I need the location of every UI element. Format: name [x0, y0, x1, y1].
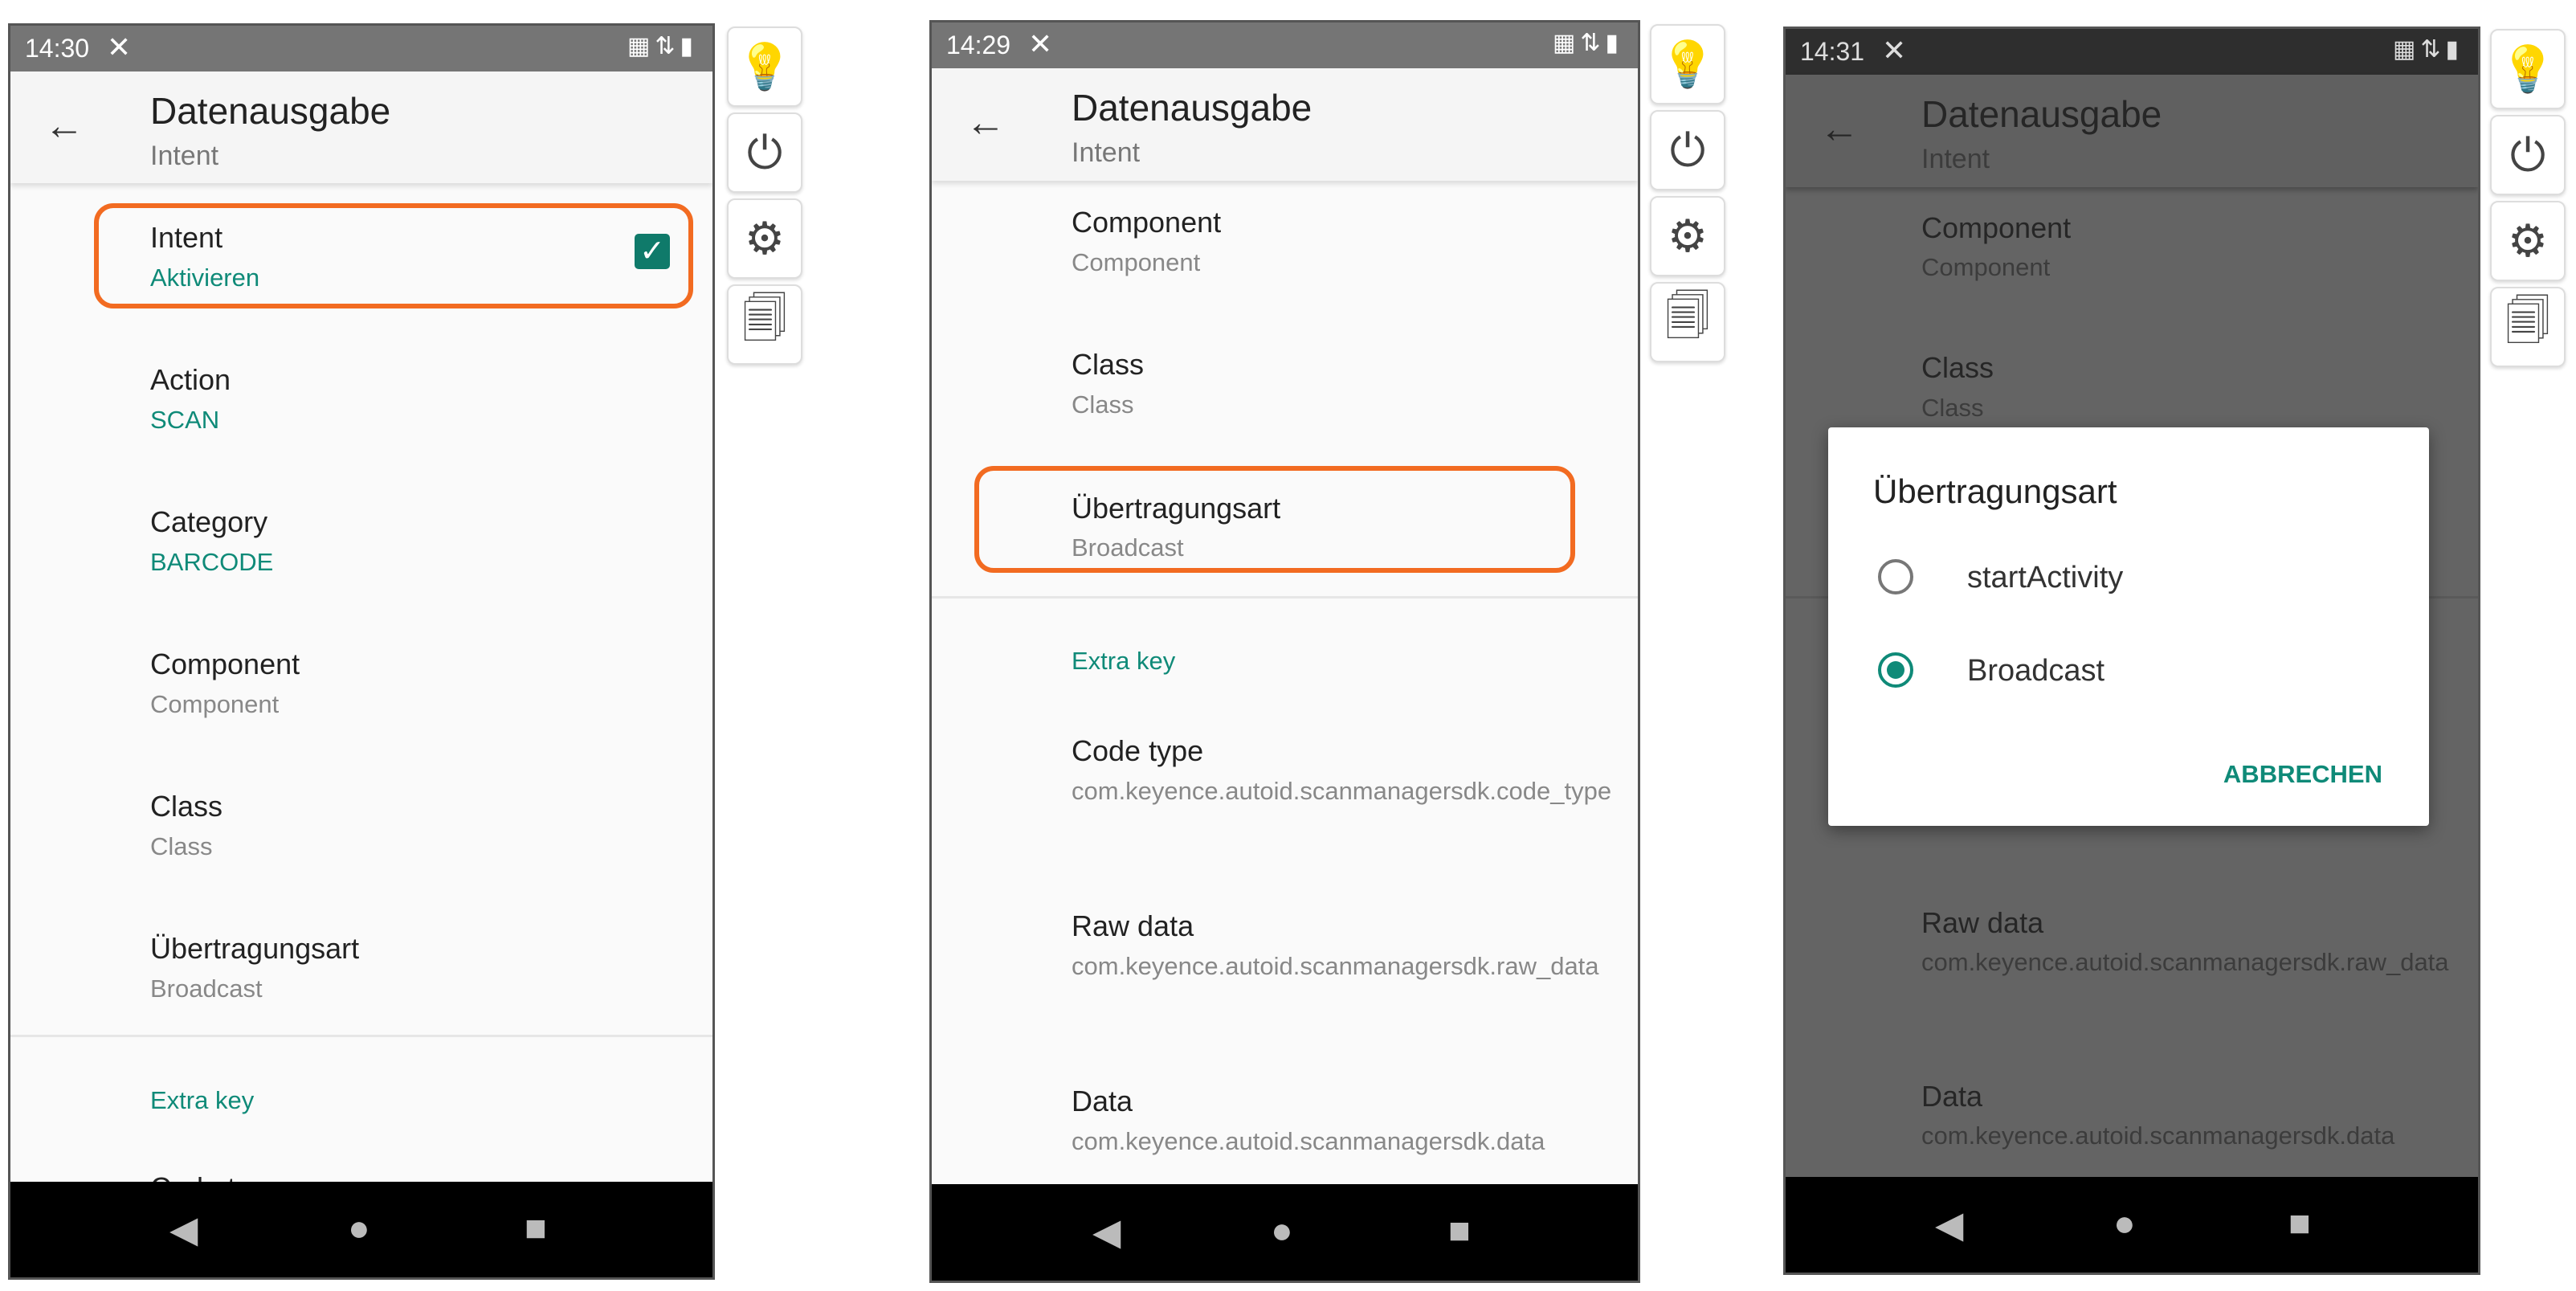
nav-back-icon[interactable]: ◀ [1935, 1203, 1963, 1246]
status-time: 14:29 [946, 31, 1011, 59]
back-arrow-icon[interactable]: ← [965, 99, 1006, 145]
status-bar: 14:30 ✕ ▦⇅▮ [10, 26, 712, 71]
page-subtitle: Intent [1072, 137, 1141, 168]
phone-screen-2: 14:29 ✕ ▦⇅▮ ← Datenausgabe Intent Compon… [929, 20, 1640, 1283]
status-icons: ▦⇅▮ [2393, 36, 2464, 63]
item-value: com.keyence.autoid.scanmanagersdk.data [1072, 1127, 1545, 1155]
item-value: Class [1072, 390, 1134, 419]
item-value: Broadcast [150, 974, 263, 1003]
item-value: BARCODE [150, 548, 274, 576]
status-bar: 14:31 ✕ ▦⇅▮ [1786, 29, 2478, 75]
item-title: Class [1921, 351, 1994, 384]
category-extra-key: Extra key [1072, 647, 1176, 675]
item-value: Class [150, 832, 213, 860]
nav-home-icon[interactable]: ● [1271, 1208, 1293, 1252]
lightbulb-icon[interactable]: 💡 [1650, 24, 1725, 104]
gear-icon[interactable]: ⚙ [727, 198, 802, 279]
item-title: Code type [1072, 734, 1204, 767]
item-value: com.keyence.autoid.scanmanagersdk.raw_da… [1072, 952, 1599, 980]
page-title: Datenausgabe [1921, 93, 2162, 135]
option-label: Broadcast [1967, 654, 2105, 688]
item-title: Component [1921, 211, 2072, 244]
app-bar: ← Datenausgabe Intent [10, 71, 712, 183]
item-title: Action [150, 363, 231, 396]
tools-icon: ✕ [1882, 34, 1907, 67]
item-value: SCAN [150, 406, 220, 434]
item-value: Component [1072, 248, 1201, 276]
item-value: Class [1921, 394, 1984, 422]
tools-icon: ✕ [1028, 27, 1053, 60]
navigation-bar: ◀ ● ■ [932, 1184, 1638, 1281]
back-arrow-icon[interactable]: ← [1819, 105, 1860, 152]
divider [10, 1035, 712, 1037]
nav-home-icon[interactable]: ● [348, 1206, 370, 1249]
nav-back-icon[interactable]: ◀ [169, 1207, 198, 1251]
item-title: Data [1921, 1080, 1983, 1113]
power-icon[interactable]: ⏻ [727, 112, 802, 193]
back-arrow-icon[interactable]: ← [44, 102, 84, 149]
item-title: Component [1072, 206, 1222, 239]
item-value: Component [150, 690, 280, 718]
page-subtitle: Intent [1921, 144, 1990, 174]
lightbulb-icon[interactable]: 💡 [2490, 29, 2566, 109]
highlight-box [94, 203, 693, 308]
item-title: Raw data [1921, 906, 2044, 939]
power-icon[interactable]: ⏻ [1650, 110, 1725, 190]
list-icon[interactable]: 🗐 [2490, 287, 2566, 367]
tools-icon: ✕ [107, 31, 132, 63]
cancel-button[interactable]: ABBRECHEN [2223, 760, 2382, 789]
radio-broadcast[interactable] [1878, 652, 1913, 688]
item-title: Übertragungsart [150, 932, 360, 965]
item-title: Class [1072, 348, 1145, 381]
divider [932, 596, 1638, 599]
radio-start-activity[interactable] [1878, 559, 1913, 594]
transfer-type-dialog: Übertragungsart startActivity Broadcast … [1828, 427, 2429, 826]
app-bar: ← Datenausgabe Intent [932, 68, 1638, 181]
item-value: Component [1921, 253, 2051, 281]
app-bar: ← Datenausgabe Intent [1786, 75, 2478, 187]
page-subtitle: Intent [150, 141, 219, 171]
list-icon[interactable]: 🗐 [727, 284, 802, 365]
nav-recents-icon[interactable]: ■ [525, 1206, 547, 1249]
item-value: com.keyence.autoid.scanmanagersdk.data [1921, 1121, 2395, 1150]
gear-icon[interactable]: ⚙ [1650, 196, 1725, 276]
item-title: Category [150, 505, 268, 538]
power-icon[interactable]: ⏻ [2490, 115, 2566, 195]
option-label: startActivity [1967, 561, 2124, 594]
status-bar: 14:29 ✕ ▦⇅▮ [932, 22, 1638, 68]
status-time: 14:30 [25, 34, 90, 63]
status-icons: ▦⇅▮ [627, 33, 698, 59]
status-icons: ▦⇅▮ [1553, 30, 1623, 56]
item-title: Raw data [1072, 909, 1194, 942]
navigation-bar: ◀ ● ■ [10, 1182, 712, 1277]
item-title: Component [150, 648, 300, 680]
item-title: Class [150, 790, 223, 823]
category-extra-key: Extra key [150, 1086, 255, 1114]
page-title: Datenausgabe [150, 90, 391, 132]
nav-back-icon[interactable]: ◀ [1092, 1210, 1121, 1253]
status-time: 14:31 [1800, 37, 1865, 66]
navigation-bar: ◀ ● ■ [1786, 1177, 2478, 1273]
item-title: Data [1072, 1085, 1133, 1117]
nav-recents-icon[interactable]: ■ [1448, 1208, 1471, 1252]
list-icon[interactable]: 🗐 [1650, 282, 1725, 362]
item-value: com.keyence.autoid.scanmanagersdk.raw_da… [1921, 948, 2449, 976]
item-value: com.keyence.autoid.scanmanagersdk.code_t… [1072, 777, 1612, 805]
page-title: Datenausgabe [1072, 87, 1312, 129]
dialog-title: Übertragungsart [1873, 472, 2117, 510]
nav-recents-icon[interactable]: ■ [2288, 1201, 2311, 1244]
highlight-box [974, 466, 1575, 573]
nav-home-icon[interactable]: ● [2113, 1201, 2136, 1244]
gear-icon[interactable]: ⚙ [2490, 201, 2566, 281]
lightbulb-icon[interactable]: 💡 [727, 27, 802, 107]
